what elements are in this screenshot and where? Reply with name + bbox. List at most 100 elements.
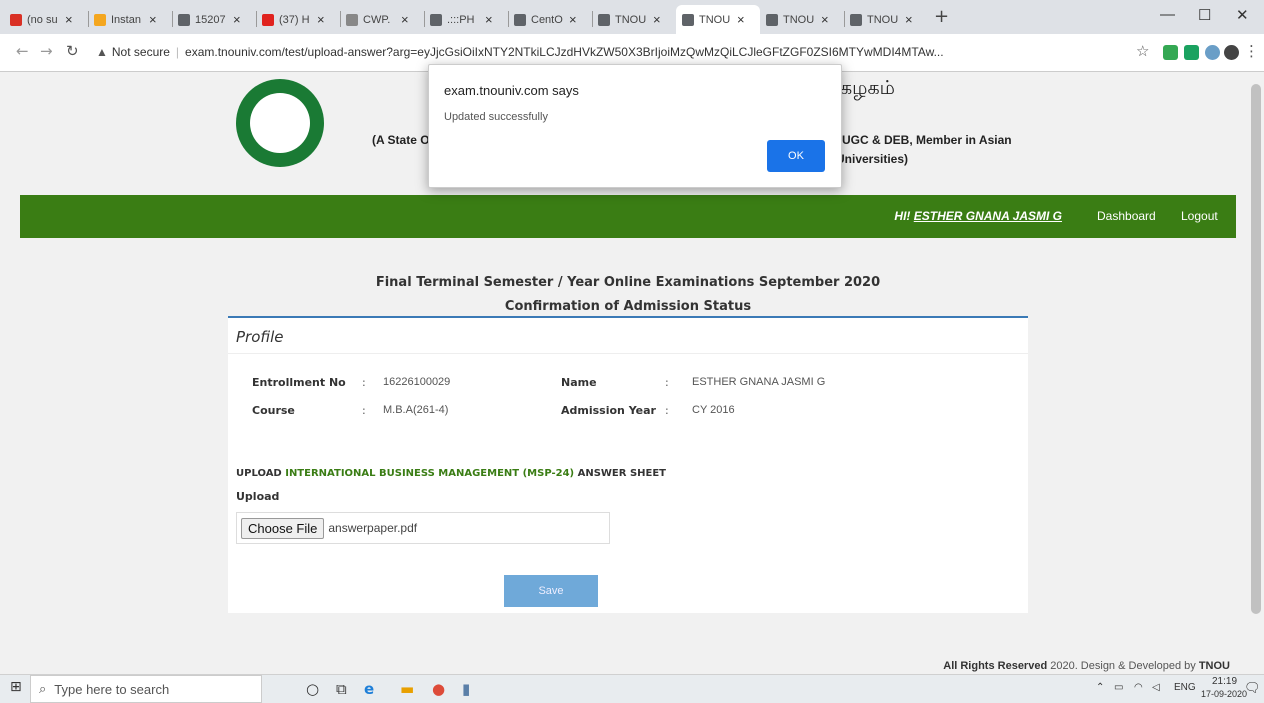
- notification-icon[interactable]: 🗨: [1244, 680, 1261, 696]
- language-indicator[interactable]: ENG: [1174, 682, 1196, 693]
- search-placeholder: Type here to search: [54, 681, 170, 697]
- cloud-extension-icon[interactable]: [1205, 45, 1220, 60]
- browser-tab[interactable]: CentO ×: [508, 5, 592, 34]
- task-view-icon[interactable]: ⧉: [336, 680, 347, 698]
- close-tab-icon[interactable]: ×: [821, 12, 829, 27]
- back-icon[interactable]: ←: [16, 42, 29, 60]
- tab-separator: [88, 11, 89, 27]
- volume-icon[interactable]: ◁: [1152, 682, 1160, 693]
- admission-year-label: Admission Year: [561, 404, 656, 417]
- file-input[interactable]: Choose File answerpaper.pdf: [236, 512, 610, 544]
- close-tab-icon[interactable]: ×: [401, 12, 409, 27]
- globe-icon: [766, 13, 778, 26]
- user-name-link[interactable]: ESTHER GNANA JASMI G: [914, 209, 1062, 223]
- windows-start-icon[interactable]: ⊞: [10, 679, 22, 695]
- tab-separator: [340, 11, 341, 27]
- browser-tab[interactable]: TNOU ×: [760, 5, 844, 34]
- close-tab-icon[interactable]: ×: [737, 12, 745, 27]
- header-tamil-text: கழகம்: [840, 78, 895, 99]
- alert-ok-button[interactable]: OK: [767, 140, 825, 172]
- browser-tab[interactable]: TNOU ×: [676, 5, 760, 34]
- extension-icon[interactable]: [1224, 45, 1239, 60]
- course-value: M.B.A(261-4): [383, 404, 449, 416]
- close-tab-icon[interactable]: ×: [65, 12, 73, 27]
- top-navbar: HI! ESTHER GNANA JASMI G Dashboard Logou…: [20, 195, 1236, 238]
- tab-separator: [508, 11, 509, 27]
- new-tab-button[interactable]: +: [934, 6, 949, 27]
- globe-icon: [682, 13, 694, 26]
- extension-icon[interactable]: [1184, 45, 1199, 60]
- browser-tab[interactable]: .:::PH ×: [424, 5, 508, 34]
- globe-icon: [178, 13, 190, 26]
- edge-icon[interactable]: e: [364, 680, 374, 698]
- close-tab-icon[interactable]: ×: [317, 12, 325, 27]
- tab-title: Instan: [111, 13, 141, 26]
- security-label: Not secure: [111, 45, 170, 59]
- browser-tab[interactable]: Instan ×: [88, 5, 172, 34]
- minimize-button[interactable]: —: [1160, 6, 1175, 23]
- subject-name: INTERNATIONAL BUSINESS MANAGEMENT (MSP-2…: [285, 468, 575, 479]
- tab-separator: [172, 11, 173, 27]
- tab-separator: [256, 11, 257, 27]
- save-button[interactable]: Save: [504, 575, 598, 607]
- course-label: Course: [252, 404, 295, 417]
- globe-icon: [598, 13, 610, 26]
- close-tab-icon[interactable]: ×: [569, 12, 577, 27]
- profile-card: Profile Entrollment No : 16226100029 Nam…: [228, 316, 1028, 613]
- close-tab-icon[interactable]: ×: [233, 12, 241, 27]
- file-explorer-icon[interactable]: ▬: [400, 680, 414, 698]
- globe-icon: [514, 13, 526, 26]
- browser-tab[interactable]: 15207 ×: [172, 5, 256, 34]
- clock-date[interactable]: 17-09-2020: [1201, 689, 1247, 699]
- footer-rights: All Rights Reserved: [943, 660, 1048, 672]
- tab-title: TNOU: [867, 13, 899, 26]
- youtube-icon: [262, 13, 274, 26]
- instant-icon: [94, 13, 106, 26]
- app-icon[interactable]: ▮: [462, 680, 470, 698]
- close-tab-icon[interactable]: ×: [149, 12, 157, 27]
- battery-icon[interactable]: ▭: [1114, 682, 1123, 693]
- forward-icon[interactable]: →: [40, 42, 53, 60]
- close-tab-icon[interactable]: ×: [905, 12, 913, 27]
- browser-tab[interactable]: CWP. ×: [340, 5, 424, 34]
- tab-title: TNOU: [699, 13, 731, 26]
- close-tab-icon[interactable]: ×: [653, 12, 661, 27]
- browser-tab[interactable]: (no su ×: [4, 5, 88, 34]
- upload-heading: UPLOAD INTERNATIONAL BUSINESS MANAGEMENT…: [236, 468, 666, 479]
- tray-chevron-icon[interactable]: ⌃: [1096, 682, 1104, 693]
- upload-heading-suffix: ANSWER SHEET: [574, 468, 666, 479]
- tab-separator: [424, 11, 425, 27]
- menu-icon[interactable]: ⋮: [1244, 42, 1259, 60]
- divider: [228, 353, 1028, 354]
- bookmark-star-icon[interactable]: ☆: [1136, 42, 1149, 60]
- network-icon[interactable]: ◠: [1134, 682, 1143, 693]
- taskbar-search[interactable]: ⌕ Type here to search: [30, 675, 262, 703]
- scrollbar-thumb[interactable]: [1251, 84, 1261, 614]
- reload-icon[interactable]: ↻: [66, 42, 79, 60]
- tab-title: CentO: [531, 13, 563, 26]
- footer: All Rights Reserved 2020. Design & Devel…: [0, 660, 1230, 672]
- close-window-button[interactable]: ✕: [1236, 6, 1249, 24]
- clock-time[interactable]: 21:19: [1212, 676, 1237, 687]
- tab-title: CWP.: [363, 13, 391, 26]
- header-line2-suffix: Universities): [836, 152, 909, 166]
- enrollment-value: 16226100029: [383, 376, 451, 388]
- alert-message: Updated successfully: [444, 111, 548, 123]
- browser-tab[interactable]: TNOU ×: [592, 5, 676, 34]
- page-subtitle: Confirmation of Admission Status: [504, 299, 752, 314]
- extension-icon[interactable]: [1163, 45, 1178, 60]
- browser-tab[interactable]: (37) H ×: [256, 5, 340, 34]
- chrome-icon[interactable]: ●: [432, 680, 445, 698]
- close-tab-icon[interactable]: ×: [485, 12, 493, 27]
- page-title: Final Terminal Semester / Year Online Ex…: [375, 275, 881, 290]
- address-bar[interactable]: ▲ Not secure | exam.tnouniv.com/test/upl…: [96, 39, 1126, 65]
- dashboard-link[interactable]: Dashboard: [1097, 209, 1156, 223]
- cortana-icon[interactable]: ○: [306, 680, 319, 698]
- choose-file-button[interactable]: Choose File: [241, 517, 325, 539]
- maximize-button[interactable]: ☐: [1198, 6, 1211, 24]
- logout-link[interactable]: Logout: [1181, 209, 1218, 223]
- selected-file-name: answerpaper.pdf: [328, 521, 418, 535]
- tab-separator: [844, 11, 845, 27]
- colon: :: [362, 376, 366, 389]
- browser-tab[interactable]: TNOU ×: [844, 5, 928, 34]
